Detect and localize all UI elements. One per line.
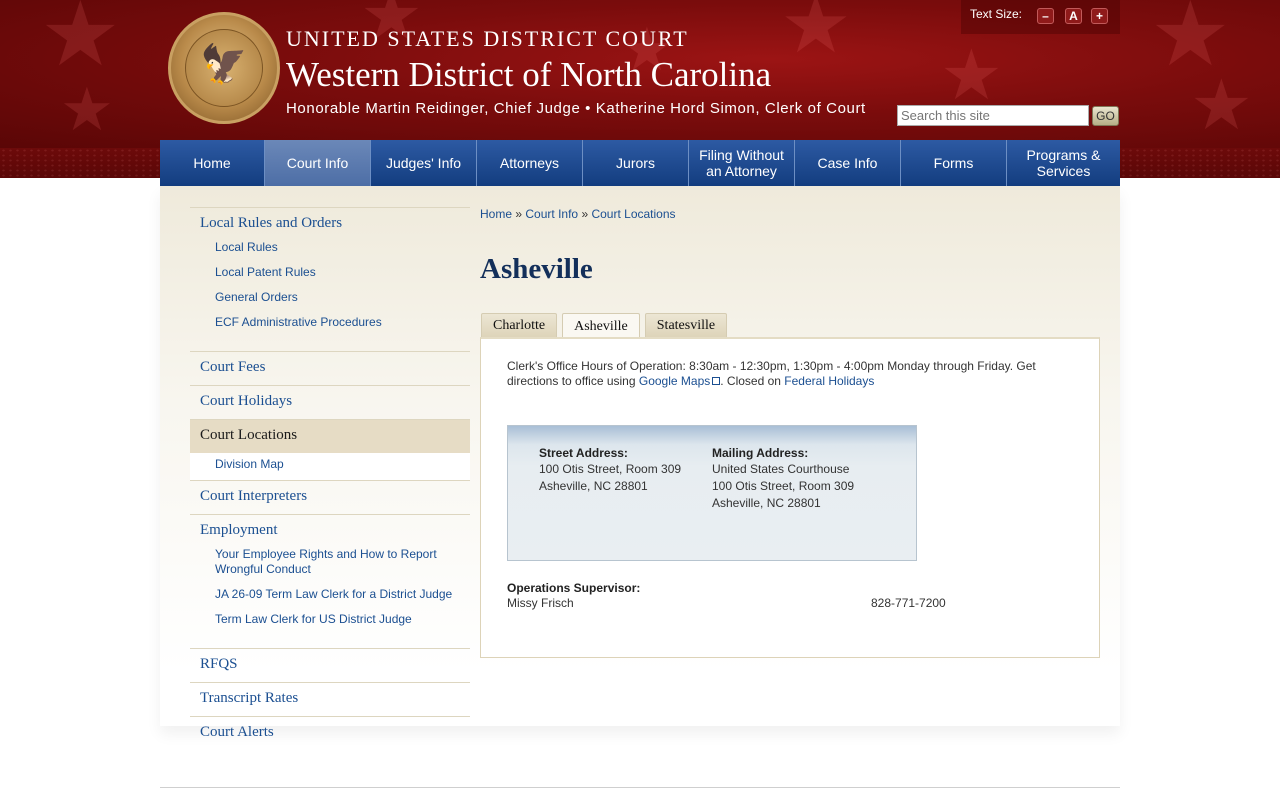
sidebar-item-employment: Employment Your Employee Rights and How … <box>190 514 470 648</box>
sidebar-item-label: Court Alerts <box>200 724 274 740</box>
sidebar-item-transcript-rates[interactable]: Transcript Rates <box>190 682 470 716</box>
breadcrumb-separator: » <box>581 207 589 221</box>
tab-statesville[interactable]: Statesville <box>644 313 728 338</box>
text-size-control: Text Size: – A + <box>961 0 1120 34</box>
sidebar-item-label: Court Holidays <box>200 393 293 409</box>
nav-programs-services[interactable]: Programs & Services <box>1007 140 1120 186</box>
sidebar-item-label[interactable]: Employment <box>200 522 460 539</box>
sidebar-item-label: Transcript Rates <box>200 690 299 706</box>
sidebar-subitem-division-map[interactable]: Division Map <box>215 457 460 472</box>
district-name: Western District of North Carolina <box>286 55 772 94</box>
street-address-line: 100 Otis Street, Room 309 <box>539 462 682 476</box>
sidebar-subitem-ecf-procedures[interactable]: ECF Administrative Procedures <box>215 315 460 330</box>
google-maps-link[interactable]: Google Maps <box>639 374 710 388</box>
nav-jurors[interactable]: Jurors <box>583 140 689 186</box>
sidebar-item-label[interactable]: Local Rules and Orders <box>200 215 460 232</box>
breadcrumb-home[interactable]: Home <box>480 207 512 221</box>
court-seal-logo[interactable]: 🦅 <box>168 12 280 124</box>
star-decoration: ★ <box>940 36 1003 114</box>
sidebar-subitem-local-patent-rules[interactable]: Local Patent Rules <box>215 265 460 280</box>
breadcrumb: Home » Court Info » Court Locations <box>480 207 676 221</box>
nav-case-info[interactable]: Case Info <box>795 140 901 186</box>
text-decrease-button[interactable]: – <box>1037 8 1054 24</box>
search-input[interactable] <box>897 105 1089 126</box>
nav-court-info[interactable]: Court Info <box>265 140 371 186</box>
sidebar-subitem-employee-rights[interactable]: Your Employee Rights and How to Report W… <box>215 547 460 577</box>
star-decoration: ★ <box>40 0 121 85</box>
sidebar-item-court-fees[interactable]: Court Fees <box>190 351 470 385</box>
sidebar-item-court-locations[interactable]: Court Locations <box>190 419 470 453</box>
text-reset-button[interactable]: A <box>1065 8 1082 24</box>
sidebar-subitem-term-law-clerk[interactable]: Term Law Clerk for US District Judge <box>215 612 460 627</box>
seal-inner: 🦅 <box>185 29 263 107</box>
sidebar-item-label: RFQS <box>200 656 238 672</box>
street-address-heading: Street Address: <box>539 446 628 460</box>
mailing-address-line: Asheville, NC 28801 <box>712 496 821 510</box>
sidebar-subitem-local-rules[interactable]: Local Rules <box>215 240 460 255</box>
sidebar-item-court-holidays[interactable]: Court Holidays <box>190 385 470 419</box>
nav-filing-label: Filing Without an Attorney <box>699 147 784 179</box>
sidebar-subitem-general-orders[interactable]: General Orders <box>215 290 460 305</box>
external-link-icon <box>712 377 721 385</box>
tab-charlotte[interactable]: Charlotte <box>481 313 558 338</box>
sidebar-sublist: Division Map <box>190 453 470 480</box>
street-address: Street Address: 100 Otis Street, Room 30… <box>539 446 681 495</box>
federal-holidays-link[interactable]: Federal Holidays <box>784 374 874 388</box>
sidebar-item-rfqs[interactable]: RFQS <box>190 648 470 682</box>
nav-filing-without-attorney[interactable]: Filing Without an Attorney <box>689 140 795 186</box>
operations-supervisor-heading: Operations Supervisor: <box>507 581 641 595</box>
main-nav: Home Court Info Judges' Info Attorneys J… <box>160 140 1120 186</box>
tab-panel: Clerk's Office Hours of Operation: 8:30a… <box>480 337 1100 658</box>
search-go-button[interactable]: GO <box>1092 106 1119 126</box>
text-size-label: Text Size: <box>970 7 1023 21</box>
office-hours: Clerk's Office Hours of Operation: 8:30a… <box>507 359 1067 389</box>
breadcrumb-court-locations[interactable]: Court Locations <box>591 207 675 221</box>
breadcrumb-separator: » <box>515 207 523 221</box>
star-decoration: ★ <box>780 0 852 69</box>
address-box: Street Address: 100 Otis Street, Room 30… <box>507 425 917 561</box>
location-tabs: Charlotte Asheville Statesville <box>481 313 732 339</box>
sidebar-item-label: Court Locations <box>200 427 298 443</box>
mailing-address: Mailing Address: United States Courthous… <box>712 446 854 512</box>
operations-supervisor-phone: 828-771-7200 <box>871 596 946 610</box>
text-increase-button[interactable]: + <box>1091 8 1108 24</box>
mailing-address-line: 100 Otis Street, Room 309 <box>712 479 855 493</box>
mailing-address-line: United States Courthouse <box>712 462 850 476</box>
nav-home[interactable]: Home <box>160 140 265 186</box>
sidebar-item-label: Court Fees <box>200 359 266 375</box>
nav-programs-label: Programs & Services <box>1026 147 1101 179</box>
operations-supervisor-name: Missy Frisch <box>507 596 574 610</box>
street-address-line: Asheville, NC 28801 <box>539 479 648 493</box>
page-title: Asheville <box>480 253 593 285</box>
mailing-address-heading: Mailing Address: <box>712 446 809 460</box>
breadcrumb-court-info[interactable]: Court Info <box>525 207 578 221</box>
tab-asheville[interactable]: Asheville <box>562 313 640 339</box>
eagle-icon: 🦅 <box>200 44 248 86</box>
closed-on-text: . Closed on <box>720 374 781 388</box>
sidebar-sublist: Your Employee Rights and How to Report W… <box>200 539 460 639</box>
star-decoration: ★ <box>1190 66 1253 144</box>
sidebar-item-court-interpreters[interactable]: Court Interpreters <box>190 480 470 514</box>
nav-judges-info[interactable]: Judges' Info <box>371 140 477 186</box>
footer-divider <box>160 787 1120 788</box>
sidebar: Local Rules and Orders Local Rules Local… <box>190 207 470 750</box>
sidebar-subitem-ja-26-09[interactable]: JA 26-09 Term Law Clerk for a District J… <box>215 587 460 602</box>
sidebar-item-local-rules: Local Rules and Orders Local Rules Local… <box>190 207 470 351</box>
sidebar-sublist: Local Rules Local Patent Rules General O… <box>200 232 460 342</box>
star-decoration: ★ <box>60 76 114 143</box>
court-name: UNITED STATES DISTRICT COURT <box>286 26 689 51</box>
nav-forms[interactable]: Forms <box>901 140 1007 186</box>
judge-clerk-line: Honorable Martin Reidinger, Chief Judge … <box>286 100 866 117</box>
sidebar-item-court-alerts[interactable]: Court Alerts <box>190 716 470 750</box>
nav-attorneys[interactable]: Attorneys <box>477 140 583 186</box>
sidebar-item-label: Court Interpreters <box>200 488 308 504</box>
